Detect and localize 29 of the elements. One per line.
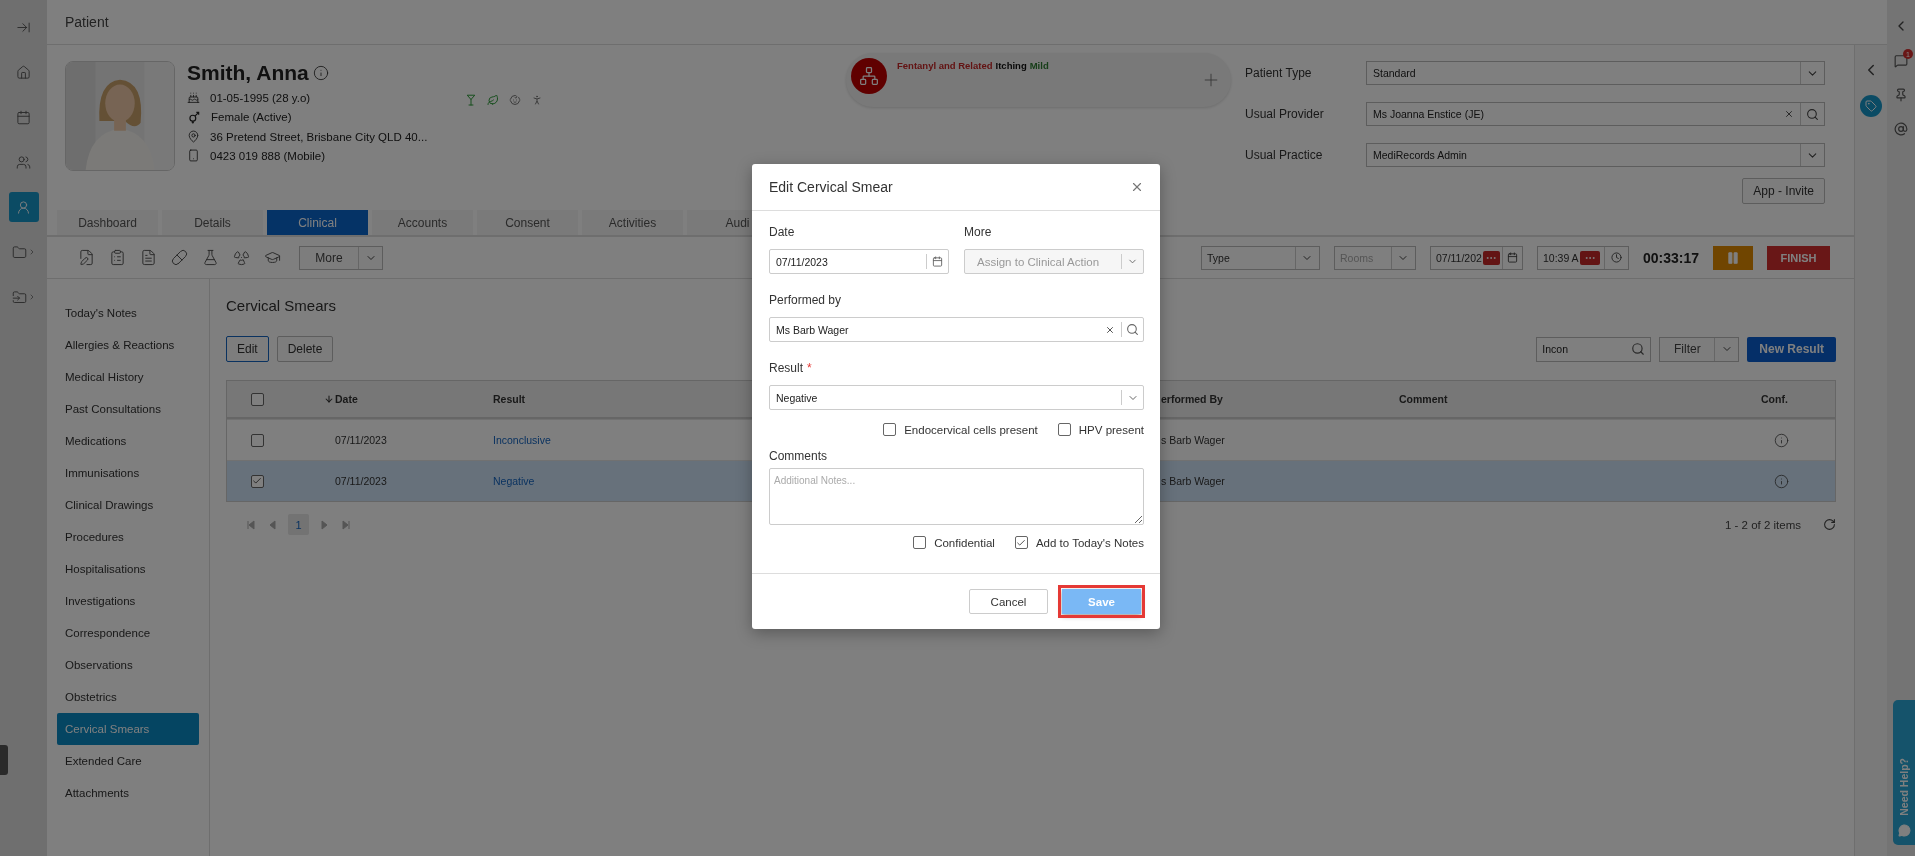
field-label: Usual Practice: [1245, 148, 1324, 162]
phone-text: 0423 019 888 (Mobile): [210, 149, 326, 162]
allergy-severity: Mild: [1029, 60, 1049, 71]
table-cell-text: s Barb Wager: [1161, 434, 1226, 446]
timer-text: 00:33:17: [1642, 249, 1699, 266]
field-label: Comments: [769, 449, 828, 463]
section-title: Cervical Smears: [226, 297, 337, 314]
address-text: 36 Pretend Street, Brisbane City QLD 40...: [210, 130, 428, 143]
dialog-title: Edit Cervical Smear: [769, 179, 893, 195]
checkbox-label: Endocervical cells present: [904, 423, 1038, 436]
allergy-reaction: Itching: [995, 60, 1027, 71]
checkbox-label: Add to Today's Notes: [1035, 536, 1144, 549]
allergy-substance: Fentanyl and Related: [897, 60, 993, 71]
required-mark: *: [807, 361, 812, 375]
field-label: Result: [769, 361, 803, 375]
checkbox-label: Confidential: [934, 536, 995, 549]
table-cell-text: 07/11/2023: [334, 434, 388, 446]
checkbox-label: HPV present: [1078, 423, 1144, 436]
field-label: More: [964, 225, 993, 239]
page-title: Patient: [65, 14, 109, 30]
birth-date: 01-05-1995 (28 y.o): [210, 91, 311, 104]
table-cell-text: s Barb Wager: [1161, 475, 1226, 487]
table-cell-text: 07/11/2023: [334, 475, 388, 487]
items-summary: 1 - 2 of 2 items: [1724, 518, 1801, 531]
field-label: Usual Provider: [1245, 107, 1325, 121]
field-label: Performed by: [769, 293, 843, 307]
field-label: Patient Type: [1245, 66, 1313, 80]
gender-text: Female (Active): [211, 111, 292, 123]
patient-name: Smith, Anna: [187, 61, 309, 85]
